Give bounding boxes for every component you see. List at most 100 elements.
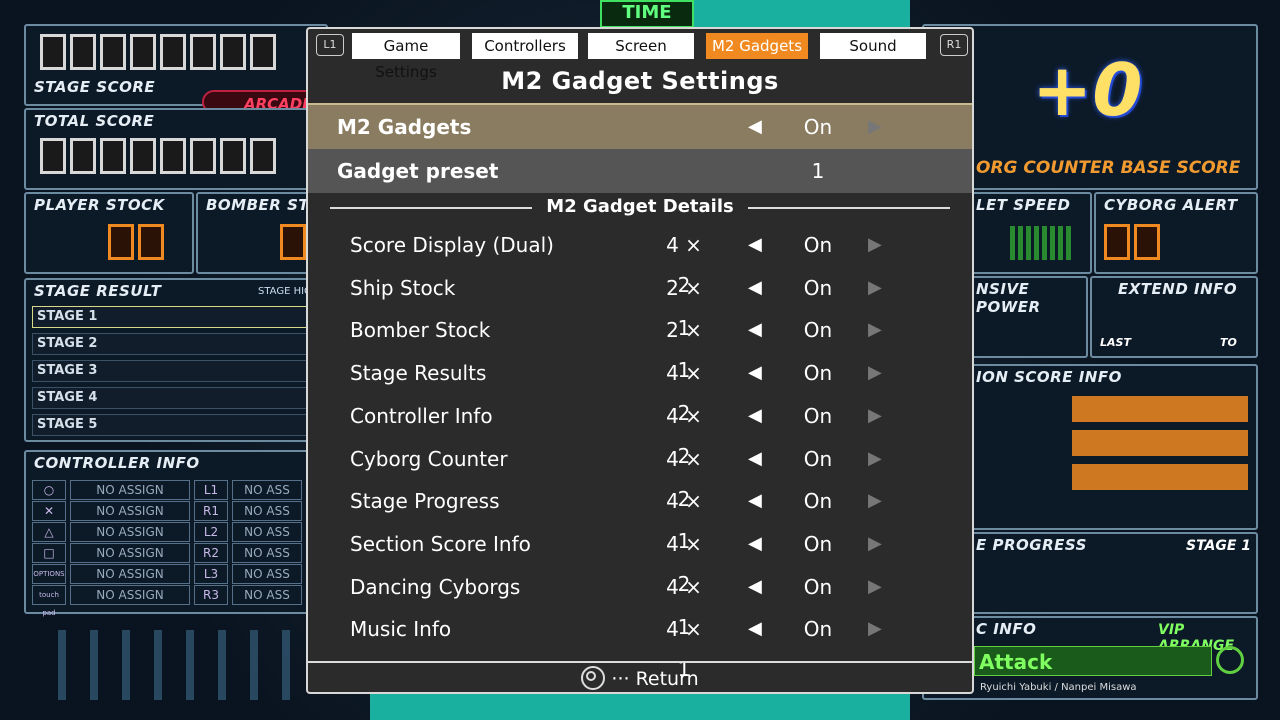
details-header: M2 Gadget Details	[330, 193, 950, 221]
to-label: TO	[1220, 336, 1237, 349]
arrow-right-icon[interactable]: ▶	[868, 268, 882, 308]
stage-row-2: STAGE 2	[32, 333, 332, 355]
gadget-detail-value: On	[803, 446, 833, 471]
gadget-detail-row[interactable]: Stage Results 4 × 2 ◀ On ▶	[308, 353, 972, 425]
arrow-left-icon[interactable]: ◀	[748, 439, 762, 479]
controller-row: ○ NO ASSIGN L1 NO ASS	[32, 480, 302, 500]
gadget-detail-value: On	[803, 617, 833, 642]
stage-score-label: STAGE SCORE	[34, 78, 156, 96]
stage-row-4: STAGE 4	[32, 387, 332, 409]
gadget-detail-row[interactable]: Stage Progress 4 × 1 ◀ On ▶	[308, 481, 972, 553]
tab-m2-gadgets[interactable]: M2 Gadgets	[706, 33, 808, 59]
gadget-detail-row[interactable]: Score Display (Dual) 4 × 2 ◀ On ▶	[308, 225, 972, 297]
gadget-detail-label: Ship Stock	[350, 275, 456, 300]
gadget-detail-row[interactable]: Ship Stock 2 × 1 ◀ On ▶	[308, 268, 972, 340]
arrow-right-icon[interactable]: ▶	[868, 524, 882, 564]
stage-progress-value: STAGE 1	[1186, 538, 1252, 554]
arrow-left-icon[interactable]: ◀	[748, 481, 762, 521]
modal-title: M2 Gadget Settings	[501, 67, 779, 95]
total-score-label: TOTAL SCORE	[34, 112, 155, 130]
last-label: LAST	[1100, 336, 1131, 349]
arrow-right-icon[interactable]: ▶	[868, 310, 882, 350]
cyborg-counter-label: ORG COUNTER BASE SCORE	[976, 158, 1241, 178]
arrow-right-icon[interactable]: ▶	[868, 105, 882, 149]
controller-row: OPTIONS NO ASSIGN L3 NO ASS	[32, 564, 302, 584]
l1-shoulder-icon[interactable]: L1	[316, 34, 344, 56]
arrow-right-icon[interactable]: ▶	[868, 353, 882, 393]
time-label: TIME	[600, 0, 694, 28]
stage-result-label: STAGE RESULT	[34, 282, 162, 300]
gadget-detail-row[interactable]: Cyborg Counter 4 × 2 ◀ On ▶	[308, 439, 972, 511]
game-screen-bottom	[370, 694, 910, 720]
arrow-left-icon[interactable]: ◀	[748, 105, 762, 149]
bomber-stock-label: BOMBER ST	[206, 196, 310, 214]
controller-row: touch pad NO ASSIGN R3 NO ASS	[32, 585, 302, 617]
speed-meter	[1010, 226, 1074, 260]
arrow-right-icon[interactable]: ▶	[868, 225, 882, 265]
stage-row-3: STAGE 3	[32, 360, 332, 382]
gadget-detail-label: Music Info	[350, 617, 452, 642]
arrow-right-icon[interactable]: ▶	[868, 567, 882, 607]
arrow-left-icon[interactable]: ◀	[748, 524, 762, 564]
arrow-left-icon[interactable]: ◀	[748, 268, 762, 308]
return-hint[interactable]: ··· Return	[308, 665, 972, 693]
arrow-right-icon[interactable]: ▶	[868, 439, 882, 479]
section-score-bars	[1072, 396, 1248, 492]
gadget-detail-value: On	[803, 233, 833, 257]
footer-divider	[308, 661, 972, 663]
player-stock-digits	[108, 224, 164, 260]
gadget-detail-row[interactable]: Music Info 4 × 1 ◀ On ▶	[308, 609, 972, 681]
arrow-left-icon[interactable]: ◀	[748, 353, 762, 393]
gadget-detail-row[interactable]: Controller Info 4 × 2 ◀ On ▶	[308, 396, 972, 468]
controller-row: △ NO ASSIGN L2 NO ASS	[32, 522, 302, 542]
gadget-detail-label: Controller Info	[350, 403, 493, 428]
controller-info-panel: CONTROLLER INFO ○ NO ASSIGN L1 NO ASS ✕ NO A…	[24, 450, 328, 617]
tab-sound[interactable]: Sound	[820, 33, 926, 59]
gadget-detail-row[interactable]: Bomber Stock 2 × 1 ◀ On ▶	[308, 310, 972, 382]
gadget-preset-label: Gadget preset	[337, 159, 499, 183]
gadget-detail-label: Section Score Info	[350, 531, 531, 556]
game-screen-top	[694, 0, 910, 27]
arrow-left-icon[interactable]: ◀	[748, 567, 762, 607]
arrow-right-icon[interactable]: ▶	[868, 396, 882, 436]
gadget-detail-value: On	[803, 403, 833, 428]
r1-shoulder-icon[interactable]: R1	[940, 34, 968, 56]
gadget-detail-label: Stage Progress	[350, 489, 500, 514]
controller-row: □ NO ASSIGN R2 NO ASS	[32, 543, 302, 563]
track-title: Attack	[974, 646, 1212, 676]
m2-gadgets-value: On	[803, 115, 833, 139]
stage-progress-label: E PROGRESS	[976, 536, 1087, 554]
gadget-detail-value: On	[803, 489, 833, 514]
cyborg-alert-panel: CYBORG ALERT	[1094, 192, 1258, 274]
tab-controllers[interactable]: Controllers	[472, 33, 578, 59]
stage-row-5: STAGE 5	[32, 414, 332, 436]
settings-modal: L1 Game Settings Controllers Screen M2 G…	[306, 27, 974, 694]
section-score-label: ION SCORE INFO	[976, 368, 1122, 386]
tab-game-settings[interactable]: Game Settings	[352, 33, 460, 81]
stage-score-digits	[40, 34, 276, 70]
tab-screen[interactable]: Screen	[588, 33, 694, 59]
gadget-detail-row[interactable]: Dancing Cyborgs 4 × 1 ◀ On ▶	[308, 567, 972, 639]
plus-zero-value: +0	[1032, 48, 1143, 132]
gadget-detail-row[interactable]: Section Score Info 4 × 2 ◀ On ▶	[308, 524, 972, 596]
arrow-left-icon[interactable]: ◀	[748, 396, 762, 436]
gadget-detail-value: On	[803, 275, 833, 300]
tab-bar: L1 Game Settings Controllers Screen M2 G…	[308, 29, 972, 81]
m2-gadgets-row[interactable]: M2 Gadgets ◀ On ▶	[308, 103, 972, 151]
gadget-detail-label: Stage Results	[350, 361, 487, 386]
controller-info-label: CONTROLLER INFO	[34, 454, 200, 472]
arrow-right-icon[interactable]: ▶	[868, 609, 882, 649]
controller-row: ✕ NO ASSIGN R1 NO ASS	[32, 501, 302, 521]
offensive-power-label: NSIVE POWER	[976, 280, 1041, 316]
arrow-left-icon[interactable]: ◀	[748, 225, 762, 265]
gadget-detail-label: Score Display (Dual)	[350, 233, 554, 257]
arrow-left-icon[interactable]: ◀	[748, 609, 762, 649]
music-disc-icon	[1216, 646, 1244, 674]
gadget-preset-value: 1	[811, 159, 825, 183]
stage-result-panel: STAGE RESULT STAGE HIGH STAGE 1 STAGE 2 …	[24, 278, 332, 442]
cyborg-alert-digits	[1104, 224, 1160, 260]
cyborg-alert-label: CYBORG ALERT	[1104, 196, 1238, 214]
arrow-left-icon[interactable]: ◀	[748, 310, 762, 350]
arrow-right-icon[interactable]: ▶	[868, 481, 882, 521]
gadget-preset-row[interactable]: Gadget preset 1	[308, 149, 972, 193]
